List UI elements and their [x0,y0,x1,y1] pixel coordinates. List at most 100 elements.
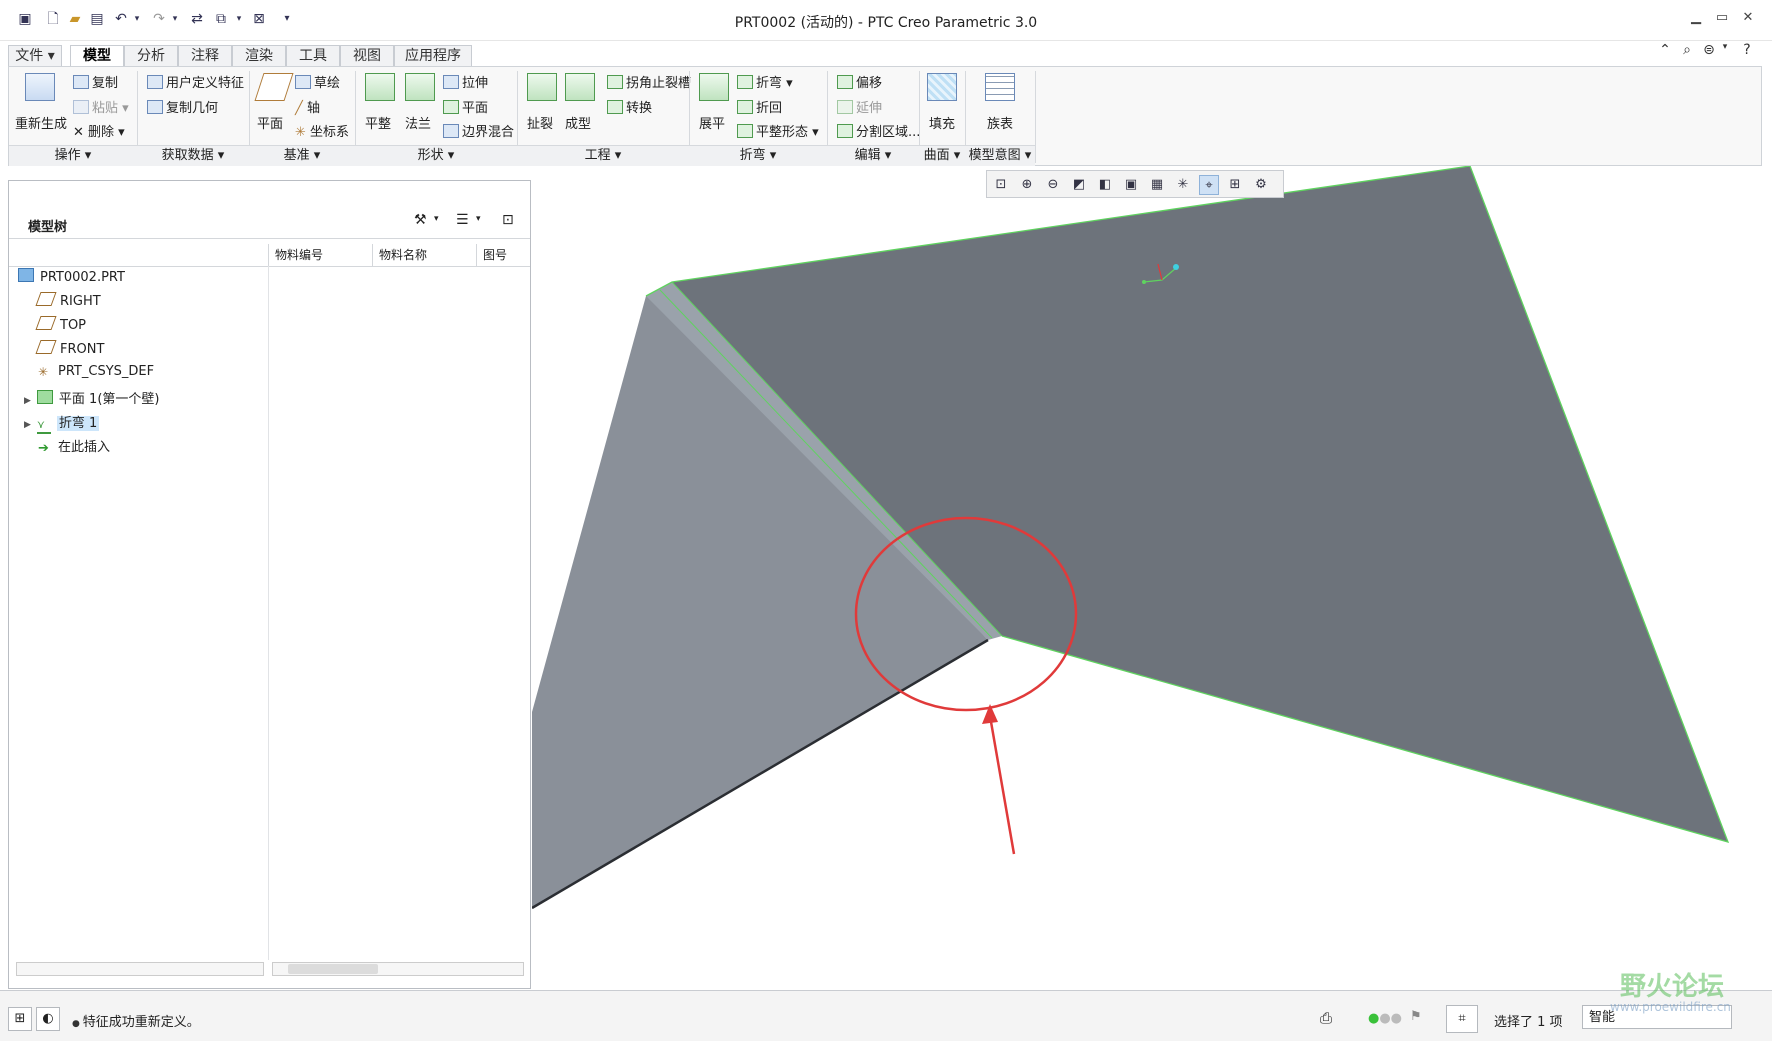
community-dropdown-icon[interactable]: ▾ [1716,42,1734,60]
csys-button[interactable]: ✳ 坐标系 [295,121,349,140]
group-get-data[interactable]: 获取数据 ▾ [137,145,249,166]
tab-analysis[interactable]: 分析 [124,45,178,66]
expand-arrow-icon[interactable]: ▶ [24,420,31,430]
flange-button[interactable]: 法兰 [405,113,431,132]
close-button[interactable]: ✕ [1738,10,1758,28]
regen-manager-icon[interactable]: ⎙ [1320,1009,1332,1027]
tab-applications[interactable]: 应用程序 [394,45,472,66]
tree-item-front[interactable]: FRONT [35,340,104,357]
form-button[interactable]: 成型 [565,113,591,132]
tree-show-icon[interactable]: ☰ [456,212,469,228]
plane-shape-icon [443,100,459,114]
tab-annotate[interactable]: 注释 [178,45,232,66]
collapse-ribbon-icon[interactable]: ⌃ [1656,42,1674,60]
split-area-icon [837,124,853,138]
tree-item-planar-wall[interactable]: ▶ 平面 1(第一个壁) [24,388,159,407]
annotation-display-icon[interactable]: ⊞ [1225,175,1245,195]
saved-orientations-icon[interactable]: ▣ [1121,175,1141,195]
shape-plane-button[interactable]: 平面 [443,97,488,116]
tree-settings-dropdown-icon[interactable]: ▾ [434,214,439,224]
tree-item-right[interactable]: RIGHT [35,292,101,309]
tab-tools[interactable]: 工具 [286,45,340,66]
split-area-button[interactable]: 分割区域... [837,121,920,140]
extend-icon [837,100,853,114]
display-style-icon[interactable]: ◧ [1095,175,1115,195]
tree-item-label: RIGHT [60,294,101,309]
tree-filter-icon[interactable]: ⊡ [502,212,514,228]
tab-model[interactable]: 模型 [70,45,124,67]
show-browser-icon[interactable]: ◐ [36,1007,60,1031]
bend-button[interactable]: 折弯 ▾ [737,72,793,91]
flat-state-button[interactable]: 平整形态 ▾ [737,121,819,140]
group-datum[interactable]: 基准 ▾ [249,145,355,166]
tab-file[interactable]: 文件 ▾ [8,45,62,66]
find-binoculars-icon[interactable]: ⌗ [1446,1005,1478,1033]
expand-arrow-icon[interactable]: ▶ [24,396,31,406]
offset-button[interactable]: 偏移 [837,72,882,91]
column-header-part-number[interactable]: 物料编号 [268,244,372,266]
unbend-button[interactable]: 展平 [699,113,725,132]
status-message-text: 特征成功重新定义。 [82,1015,200,1030]
column-header-part-name[interactable]: 物料名称 [372,244,476,266]
bend-back-button[interactable]: 折回 [737,97,782,116]
corner-relief-button[interactable]: 拐角止裂槽 [607,72,691,91]
group-editing[interactable]: 编辑 ▾ [827,145,919,166]
show-navigator-icon[interactable]: ⊞ [8,1007,32,1031]
sketch-button[interactable]: 草绘 [295,72,340,91]
datum-display-filters-icon[interactable]: ✳ [1173,175,1193,195]
tree-item-bend[interactable]: ▶ ⋎ 折弯 1 [24,412,100,434]
tree-show-dropdown-icon[interactable]: ▾ [476,214,481,224]
group-surfaces[interactable]: 曲面 ▾ [919,145,965,166]
group-engineering[interactable]: 工程 ▾ [517,145,689,166]
minimize-button[interactable]: ▁ [1686,10,1706,28]
spin-center-icon[interactable]: ⌖ [1199,175,1219,195]
column-header-drawing-number[interactable]: 图号 [476,244,530,266]
regenerate-button[interactable]: 重新生成 [15,113,67,132]
copy-geometry-button[interactable]: 复制几何 [147,97,218,116]
planar-wall-icon [36,390,53,404]
zoom-out-icon[interactable]: ⊖ [1043,175,1063,195]
boundary-blend-button[interactable]: 边界混合 [443,121,514,140]
group-shapes[interactable]: 形状 ▾ [355,145,517,166]
bend-label: 折弯 [756,76,783,91]
family-table-button[interactable]: 族表 [987,113,1013,132]
csys-label: 坐标系 [310,125,350,140]
tab-render[interactable]: 渲染 [232,45,286,66]
tree-item-insert-here[interactable]: ➔ 在此插入 [38,436,110,455]
graphics-viewport[interactable] [532,166,1762,988]
tree-item-top[interactable]: TOP [35,316,86,333]
maximize-button[interactable]: ▭ [1712,10,1732,28]
columns-scroll-thumb[interactable] [288,964,378,974]
convert-button[interactable]: 转换 [607,97,652,116]
group-bends[interactable]: 折弯 ▾ [689,145,827,166]
paste-button[interactable]: 粘贴 ▾ [73,97,129,116]
axis-button[interactable]: ╱ 轴 [295,97,320,116]
fill-button[interactable]: 填充 [929,113,955,132]
extrude-button[interactable]: 拉伸 [443,72,488,91]
group-operations[interactable]: 操作 ▾ [9,145,137,166]
tree-item-csys[interactable]: ✳ PRT_CSYS_DEF [38,364,154,379]
group-design-intent[interactable]: 模型意图 ▾ [965,145,1035,166]
delete-button[interactable]: ✕ 删除 ▾ [73,121,125,140]
udf-button[interactable]: 用户定义特征 [147,72,244,91]
split-area-label: 分割区域... [856,125,921,140]
repaint-icon[interactable]: ◩ [1069,175,1089,195]
tree-horizontal-scrollbar[interactable] [16,962,264,976]
tree-settings-icon[interactable]: ⚒ [414,212,427,228]
tab-view[interactable]: 视图 [340,45,394,66]
appearance-icon[interactable]: ⚙ [1251,175,1271,195]
tree-item-part[interactable]: PRT0002.PRT [18,268,125,285]
help-icon[interactable]: ? [1738,42,1756,60]
search-icon[interactable]: ⌕ [1678,42,1696,60]
ribbon-separator [1035,71,1036,163]
planar-button[interactable]: 平整 [365,113,391,132]
extend-button[interactable]: 延伸 [837,97,882,116]
flag-icon[interactable]: ⚑ [1410,1009,1422,1024]
rip-button[interactable]: 扯裂 [527,113,553,132]
bend-icon: ⋎ [36,419,51,434]
view-manager-icon[interactable]: ▦ [1147,175,1167,195]
datum-plane-button[interactable]: 平面 [257,113,283,132]
zoom-in-icon[interactable]: ⊕ [1017,175,1037,195]
refit-icon[interactable]: ⊡ [991,175,1011,195]
copy-button[interactable]: 复制 [73,72,118,91]
